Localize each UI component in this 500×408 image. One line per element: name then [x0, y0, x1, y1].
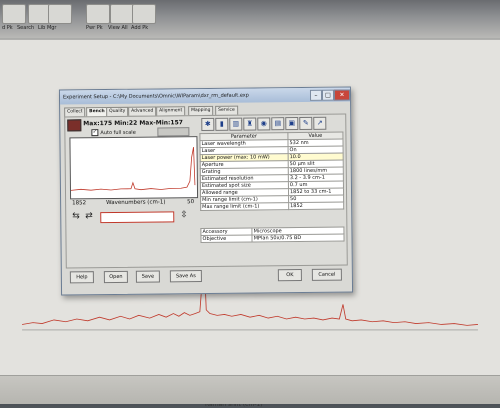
- range-units-label: Wavenumbers (cm-1): [106, 199, 165, 206]
- toolbar-label-add-pk: Add Pk: [131, 25, 148, 31]
- range-low-value: 1852: [72, 200, 86, 206]
- view-all-button[interactable]: [110, 4, 134, 24]
- range-slider[interactable]: [100, 211, 174, 223]
- add-peak-button[interactable]: [132, 4, 156, 24]
- status-bar: [0, 375, 500, 404]
- open-button[interactable]: Open: [104, 271, 128, 283]
- camera-icon[interactable]: ▣: [285, 117, 298, 130]
- toolbar-label-pwr-pk: Pwr Pk: [86, 25, 103, 31]
- toolbar-label-find-peaks: d Pk: [2, 25, 13, 31]
- bench-panel: Max:175 Min:22 Max-Min:157 ✓Auto full sc…: [64, 114, 348, 269]
- experiment-setup-dialog: Experiment Setup - C:\My Documents\Omnic…: [59, 86, 353, 295]
- close-icon[interactable]: ✕: [334, 89, 350, 100]
- set-scale-button[interactable]: [157, 127, 189, 136]
- signal-stats: Max:175 Min:22 Max-Min:157: [83, 119, 183, 127]
- vertical-scale-icon[interactable]: ⇳: [180, 210, 188, 220]
- toolbar-label-lib-mgr: Lib Mgr: [38, 25, 56, 31]
- param-name: Objective: [201, 235, 252, 243]
- laser-icon[interactable]: ✱: [201, 118, 214, 131]
- range-readout: 1852 Wavenumbers (cm-1) 50: [70, 198, 196, 208]
- range-slider-row: ⇆ ⇄ ⇳: [70, 209, 196, 224]
- save-button[interactable]: Save: [136, 270, 160, 282]
- maximize-icon[interactable]: □: [322, 90, 334, 101]
- auto-full-scale-checkbox[interactable]: ✓Auto full scale: [91, 129, 135, 136]
- signal-meter-icon: [67, 119, 81, 131]
- dialog-title: Experiment Setup - C:\My Documents\Omnic…: [63, 93, 249, 101]
- help-button[interactable]: Help: [70, 271, 94, 283]
- detector-icon[interactable]: ▤: [271, 117, 284, 130]
- library-manager-button[interactable]: [48, 4, 72, 24]
- dialog-titlebar[interactable]: Experiment Setup - C:\My Documents\Omnic…: [60, 87, 350, 104]
- cancel-button[interactable]: Cancel: [312, 269, 342, 281]
- table-row[interactable]: Max range limit (cm-1)1852: [201, 202, 344, 210]
- bench-tool-icons: ✱ ▮ ▥ ♜ ◉ ▤ ▣ ✎ ↗: [199, 117, 343, 132]
- toolbar-label-search: Search: [17, 25, 34, 31]
- calibrate-icon[interactable]: ↗: [313, 117, 326, 130]
- minimize-icon[interactable]: –: [310, 90, 322, 101]
- table-row[interactable]: ObjectiveMPlan 50x/0.75 BD: [201, 234, 344, 242]
- accessory-table: AccessoryMicroscope ObjectiveMPlan 50x/0…: [200, 227, 344, 244]
- tools-icon[interactable]: ✎: [299, 117, 312, 130]
- app-toolbar: d Pk Search Lib Mgr Pwr Pk View All Add …: [0, 0, 500, 38]
- param-value[interactable]: MPlan 50x/0.75 BD: [252, 234, 344, 242]
- live-signal-display: [69, 136, 198, 199]
- auto-full-scale-label: Auto full scale: [100, 130, 135, 136]
- find-peaks-button[interactable]: [2, 4, 26, 24]
- checkbox-checked-icon[interactable]: ✓: [91, 129, 98, 136]
- range-high-value: 50: [187, 199, 194, 205]
- parameter-table: Parameter Value Laser wavelength532 nm L…: [199, 132, 344, 212]
- param-value[interactable]: 1852: [289, 202, 344, 210]
- power-peak-button[interactable]: [86, 4, 110, 24]
- param-name: Max range limit (cm-1): [201, 203, 289, 211]
- toolbar-label-view-all: View All: [108, 25, 128, 31]
- shrink-icon[interactable]: ⇄: [85, 211, 93, 221]
- ok-button[interactable]: OK: [278, 269, 302, 281]
- aperture-icon[interactable]: ▮: [215, 118, 228, 131]
- microscope-icon[interactable]: ♜: [243, 117, 256, 130]
- save-as-button[interactable]: Save As: [170, 270, 202, 282]
- filter-icon[interactable]: ◉: [257, 117, 270, 130]
- grating-icon[interactable]: ▥: [229, 118, 242, 131]
- expand-left-icon[interactable]: ⇆: [72, 211, 80, 221]
- live-spectrum-trace: [71, 147, 195, 190]
